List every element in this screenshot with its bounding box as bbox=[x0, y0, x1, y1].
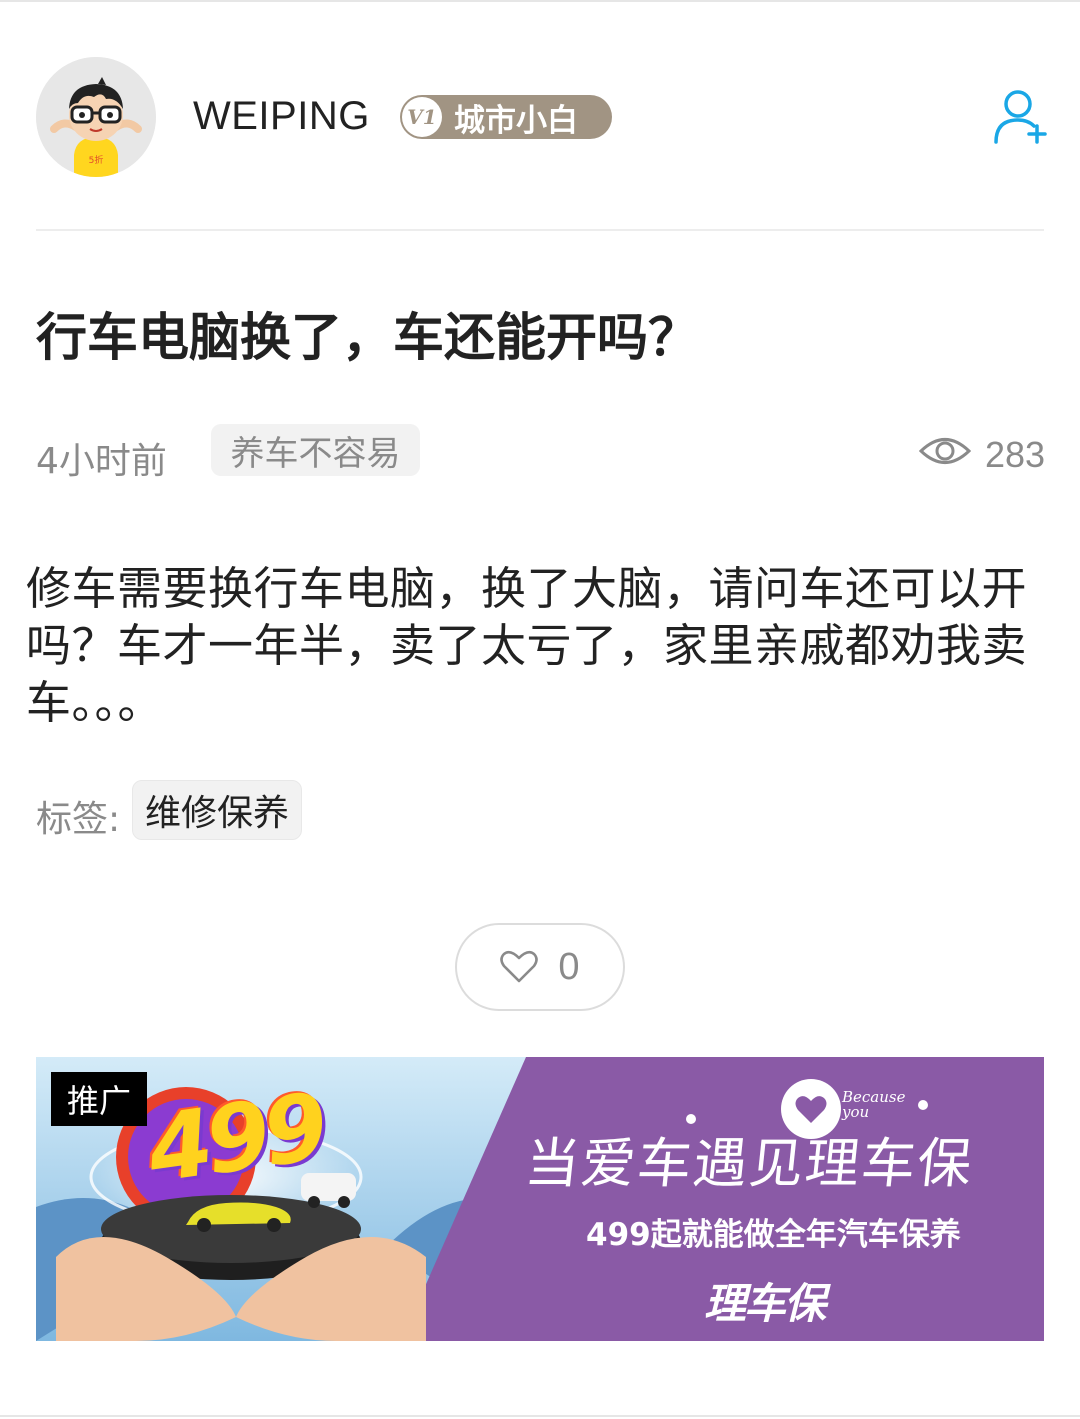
category-chip[interactable]: 养车不容易 bbox=[211, 424, 420, 476]
ad-headline: 当爱车遇见理车保 bbox=[522, 1132, 977, 1195]
header-divider bbox=[36, 229, 1044, 231]
ad-badge: 推广 bbox=[51, 1072, 147, 1126]
post-body: 修车需要换行车电脑，换了大脑，请问车还可以开吗？车才一年半，卖了太亏了，家里亲戚… bbox=[26, 562, 1028, 729]
ad-banner[interactable]: 推广 499 Because you 当爱车遇见理车保 499起就能做全年汽车保… bbox=[36, 1057, 1044, 1341]
avatar-image: 5折 bbox=[36, 57, 156, 177]
level-icon: V1 bbox=[402, 97, 442, 137]
follow-button[interactable] bbox=[990, 86, 1050, 146]
ad-subline: 499起就能做全年汽车保养 bbox=[586, 1217, 961, 1253]
user-level-badge: V1 城市小白 bbox=[400, 95, 612, 139]
add-user-icon bbox=[994, 90, 1047, 144]
like-button[interactable]: 0 bbox=[455, 923, 625, 1011]
svg-text:5折: 5折 bbox=[89, 154, 104, 166]
bottom-divider bbox=[0, 1415, 1080, 1417]
level-label: 城市小白 bbox=[454, 102, 578, 139]
ad-because-text: Because you bbox=[842, 1090, 905, 1120]
post-title: 行车电脑换了，车还能开吗？ bbox=[36, 309, 700, 368]
view-count: 283 bbox=[985, 434, 1046, 475]
ad-brand-logo: 理车保 bbox=[704, 1279, 826, 1328]
heart-icon bbox=[500, 950, 539, 983]
author-header: 5折 WEIPING V1 城市小白 bbox=[0, 0, 1080, 230]
tags-label: 标签: bbox=[36, 799, 121, 840]
like-count: 0 bbox=[558, 945, 580, 988]
author-name[interactable]: WEIPING bbox=[193, 94, 370, 139]
tag-chip[interactable]: 维修保养 bbox=[132, 780, 302, 840]
eye-icon bbox=[919, 438, 971, 464]
avatar[interactable]: 5折 bbox=[36, 57, 156, 177]
post-time: 4小时前 bbox=[36, 441, 167, 482]
